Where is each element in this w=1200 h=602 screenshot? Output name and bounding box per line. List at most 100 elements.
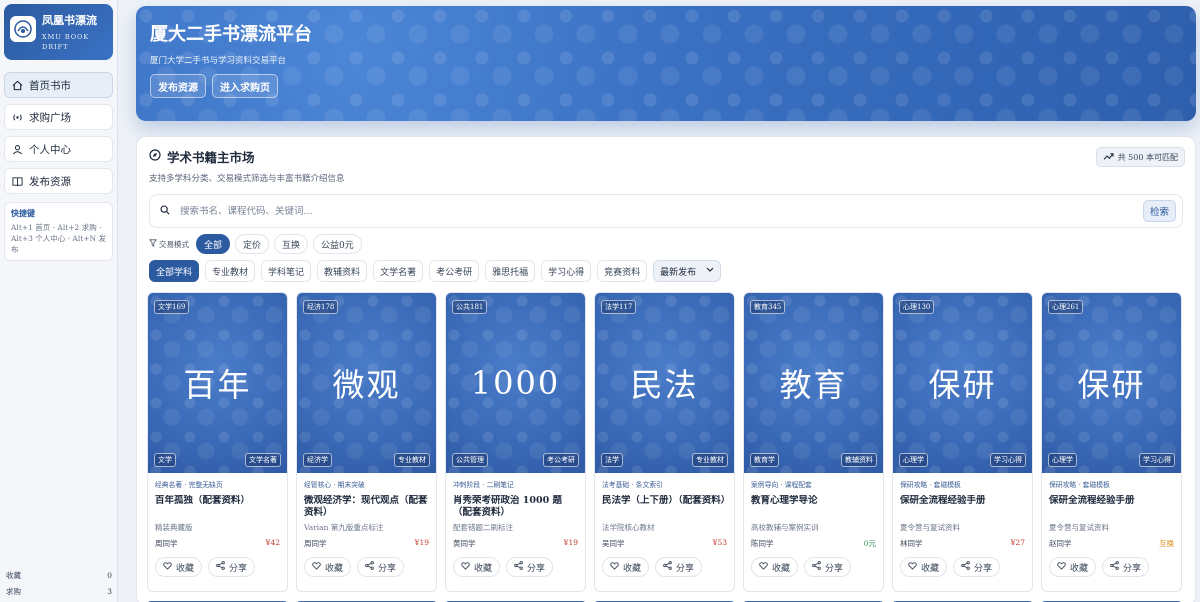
book-grid: 文学169 百年 文学 文学名著 经典名著 · 完整无缺页 百年孤独（配套资料）…	[147, 292, 1182, 592]
share-button[interactable]: 分享	[953, 557, 1001, 577]
share-label: 分享	[676, 563, 695, 574]
heart-icon	[163, 561, 172, 573]
category-chip[interactable]: 全部学科	[149, 260, 200, 282]
book-title[interactable]: 保研全流程经验手册	[1049, 495, 1174, 521]
mode-chip-all[interactable]: 全部	[196, 234, 231, 254]
share-button[interactable]: 分享	[655, 557, 703, 577]
sidebar-item-label: 首页书市	[29, 79, 71, 92]
seller-name: 周同学	[155, 539, 178, 548]
cover-title: 保研	[928, 366, 997, 404]
brand-block[interactable]: 凤凰书漂流 XMU BOOK DRIFT	[4, 4, 113, 60]
category-chip[interactable]: 文学名著	[373, 260, 424, 282]
category-chip[interactable]: 考公考研	[429, 260, 480, 282]
sidebar-item-label: 发布资源	[29, 175, 71, 188]
seller-name: 林同学	[900, 539, 923, 548]
book-title[interactable]: 保研全流程经验手册	[900, 495, 1025, 521]
favorite-label: 收藏	[1070, 563, 1089, 574]
category-filter: 全部学科 专业教材 学科笔记 教辅资料 文学名著 考公考研 雅思托福 学习心得 …	[149, 260, 1183, 282]
publish-button[interactable]: 发布资源	[150, 74, 206, 98]
book-cover[interactable]: 公共181 1000 公共管理 考公考研	[446, 293, 585, 473]
category-chip[interactable]: 学习心得	[541, 260, 592, 282]
book-cover[interactable]: 教育345 教育 教育学 教辅资料	[744, 293, 883, 473]
sort-value: 最新发布	[660, 267, 697, 278]
seller-name: 吴同学	[602, 539, 625, 548]
book-tag: 经管核心 · 期末突破	[304, 481, 365, 489]
book-card[interactable]: 教育345 教育 教育学 教辅资料 案例导向 · 课程配套 教育心理学导论 高校…	[743, 292, 884, 592]
share-icon	[663, 561, 672, 573]
favorite-button[interactable]: 收藏	[155, 557, 203, 577]
book-price: 互换	[1159, 539, 1174, 548]
category-chip[interactable]: 专业教材	[205, 260, 256, 282]
favorite-button[interactable]: 收藏	[751, 557, 799, 577]
brand-subtitle: XMU BOOK DRIFT	[42, 33, 90, 51]
category-chip[interactable]: 雅思托福	[485, 260, 536, 282]
sidebar-item-profile[interactable]: 个人中心	[4, 136, 113, 162]
share-label: 分享	[378, 563, 397, 574]
book-title[interactable]: 微观经济学：现代观点（配套资料）	[304, 495, 429, 521]
user-icon	[12, 144, 23, 155]
book-info: 法考基础 · 条文索引 民法学（上下册）（配套资料） 法学院核心教材 吴同学 ¥…	[595, 473, 734, 577]
cover-category: 考公考研	[543, 453, 579, 467]
share-icon	[216, 561, 225, 573]
category-chip[interactable]: 学科笔记	[261, 260, 312, 282]
book-card[interactable]: 公共181 1000 公共管理 考公考研 冲刺阶段 · 二刷笔记 肖秀荣考研政治…	[445, 292, 586, 592]
favorite-button[interactable]: 收藏	[304, 557, 352, 577]
cover-category: 学习心得	[990, 453, 1026, 467]
mode-chip-free[interactable]: 公益0元	[313, 234, 362, 254]
mode-chip-priced[interactable]: 定价	[235, 234, 270, 254]
book-title[interactable]: 民法学（上下册）（配套资料）	[602, 495, 727, 521]
book-info: 经典名著 · 完整无缺页 百年孤独（配套资料） 精装典藏版 周同学 ¥42 收藏…	[148, 473, 287, 577]
book-title[interactable]: 教育心理学导论	[751, 495, 876, 521]
sort-select[interactable]: 最新发布	[653, 260, 722, 282]
book-cover[interactable]: 法学117 民法 法学 专业教材	[595, 293, 734, 473]
category-chip[interactable]: 教辅资料	[317, 260, 368, 282]
share-button[interactable]: 分享	[208, 557, 256, 577]
share-button[interactable]: 分享	[357, 557, 405, 577]
favorite-button[interactable]: 收藏	[453, 557, 501, 577]
brand-title: 凤凰书漂流	[42, 14, 97, 27]
book-cover[interactable]: 心理261 保研 心理学 学习心得	[1042, 293, 1181, 473]
book-price: ¥19	[414, 538, 429, 547]
share-button[interactable]: 分享	[506, 557, 554, 577]
sidebar-item-wanted[interactable]: 求购广场	[4, 104, 113, 130]
stat-value: 0	[107, 571, 112, 580]
book-card[interactable]: 经济178 微观 经济学 专业教材 经管核心 · 期末突破 微观经济学：现代观点…	[296, 292, 437, 592]
book-card[interactable]: 法学117 民法 法学 专业教材 法考基础 · 条文索引 民法学（上下册）（配套…	[594, 292, 735, 592]
share-button[interactable]: 分享	[1102, 557, 1150, 577]
book-actions: 收藏 分享	[751, 557, 876, 577]
book-title[interactable]: 百年孤独（配套资料）	[155, 495, 280, 521]
share-button[interactable]: 分享	[804, 557, 852, 577]
book-cover[interactable]: 经济178 微观 经济学 专业教材	[297, 293, 436, 473]
cover-title: 教育	[779, 366, 848, 404]
favorite-button[interactable]: 收藏	[900, 557, 948, 577]
favorite-button[interactable]: 收藏	[1049, 557, 1097, 577]
share-icon	[961, 561, 970, 573]
search-button[interactable]: 检索	[1142, 200, 1176, 222]
book-meta: 吴同学 ¥53	[602, 538, 727, 549]
enter-wanted-button[interactable]: 进入求购页	[212, 74, 278, 98]
book-cover[interactable]: 文学169 百年 文学 文学名著	[148, 293, 287, 473]
book-desc: 法学院核心教材	[602, 523, 655, 532]
book-title[interactable]: 肖秀荣考研政治 1000 题（配套资料）	[453, 495, 578, 521]
favorite-label: 收藏	[325, 563, 344, 574]
compass-icon	[149, 149, 161, 164]
cover-badge: 公共181	[452, 300, 488, 314]
favorite-button[interactable]: 收藏	[602, 557, 650, 577]
category-chip[interactable]: 竞赛资料	[597, 260, 648, 282]
side-stats: 收藏 0 求购 3	[6, 568, 112, 600]
book-card[interactable]: 文学169 百年 文学 文学名著 经典名著 · 完整无缺页 百年孤独（配套资料）…	[147, 292, 288, 592]
share-label: 分享	[825, 563, 844, 574]
book-actions: 收藏 分享	[155, 557, 280, 577]
sidebar-item-publish[interactable]: 发布资源	[4, 168, 113, 194]
book-card[interactable]: 心理130 保研 心理学 学习心得 保研攻略 · 套磁模板 保研全流程经验手册 …	[892, 292, 1033, 592]
cover-badge: 法学117	[601, 300, 637, 314]
search-input[interactable]	[180, 205, 1133, 217]
book-desc: 夏令营与复试资料	[900, 523, 960, 532]
cover-badge: 文学169	[154, 300, 190, 314]
sidebar-item-home[interactable]: 首页书市	[4, 72, 113, 98]
book-cover[interactable]: 心理130 保研 心理学 学习心得	[893, 293, 1032, 473]
book-price: ¥42	[265, 538, 280, 547]
mode-chip-swap[interactable]: 互换	[274, 234, 309, 254]
book-card[interactable]: 心理261 保研 心理学 学习心得 保研攻略 · 套磁模板 保研全流程经验手册 …	[1041, 292, 1182, 592]
book-actions: 收藏 分享	[304, 557, 429, 577]
